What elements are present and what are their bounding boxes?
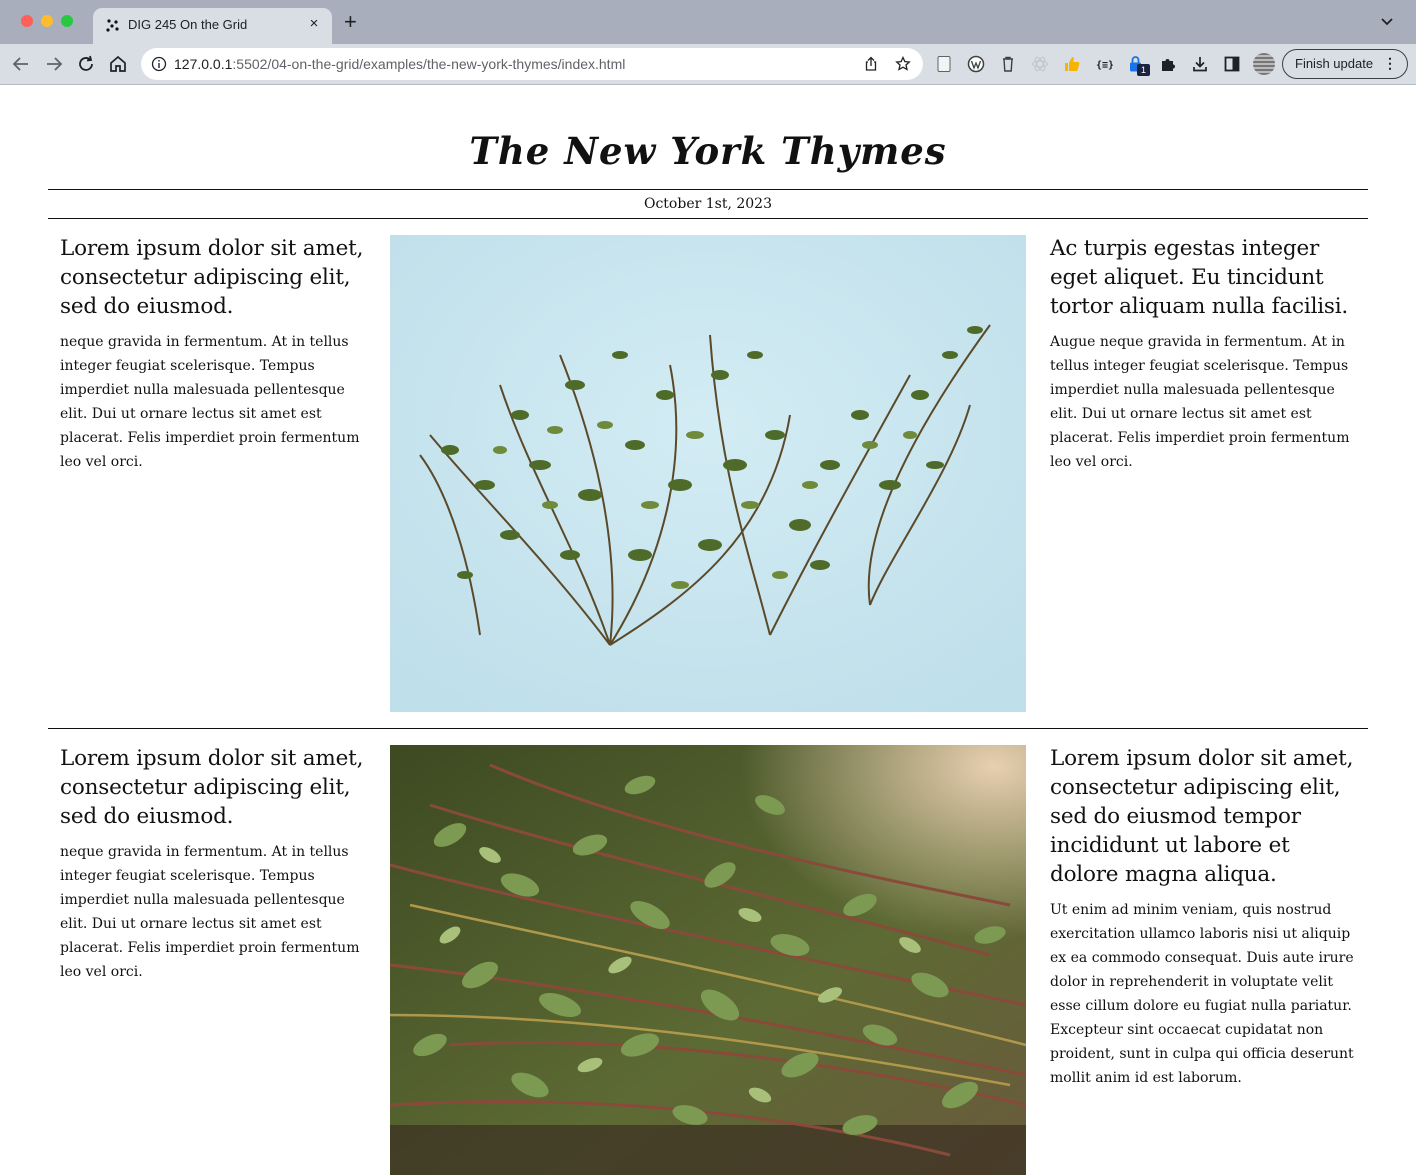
section1-right-article: Ac turpis egestas integer eget aliquet. … — [1050, 234, 1360, 474]
wordpress-extension-icon[interactable] — [967, 55, 985, 73]
extension-badge: 1 — [1137, 64, 1150, 76]
thyme-bunch-illustration — [390, 745, 1026, 1175]
reload-icon[interactable] — [75, 53, 97, 75]
article-body: neque gravida in fermentum. At in tellus… — [60, 844, 360, 980]
json-braces-icon[interactable]: {≡} — [1095, 55, 1113, 73]
article-headline: Lorem ipsum dolor sit amet, consectetur … — [1050, 746, 1354, 887]
trash-extension-icon[interactable] — [999, 55, 1017, 73]
thyme-bunch-photo — [390, 745, 1026, 1175]
address-bar[interactable]: 127.0.0.1:5502/04-on-the-grid/examples/t… — [141, 48, 923, 80]
sidebar-icon[interactable] — [1223, 55, 1241, 73]
tab-strip: DIG 245 On the Grid × + — [0, 0, 1416, 44]
grid-dots-icon — [106, 19, 119, 32]
info-icon[interactable] — [151, 56, 167, 72]
back-arrow-icon[interactable] — [10, 53, 32, 75]
article-headline: Lorem ipsum dolor sit amet, consectetur … — [60, 746, 364, 829]
finish-update-label: Finish update — [1295, 56, 1374, 71]
finish-update-button[interactable]: Finish update ⋮ — [1282, 49, 1408, 79]
svg-text:{≡}: {≡} — [1096, 60, 1113, 71]
section2-right-article: Lorem ipsum dolor sit amet, consectetur … — [1050, 744, 1360, 1090]
article-headline: Ac turpis egestas integer eget aliquet. … — [1050, 236, 1349, 319]
newspaper-page: The New York Thymes October 1st, 2023 Lo… — [0, 85, 1416, 1175]
star-icon[interactable] — [895, 56, 911, 72]
puzzle-icon[interactable] — [1159, 55, 1177, 73]
tab-close-icon[interactable]: × — [306, 15, 322, 32]
section1-left-article: Lorem ipsum dolor sit amet, consectetur … — [60, 234, 370, 474]
browser-toolbar: 127.0.0.1:5502/04-on-the-grid/examples/t… — [0, 44, 1416, 85]
minimize-window-button[interactable] — [41, 15, 53, 27]
article-body: Ut enim ad minim veniam, quis nostrud ex… — [1050, 902, 1354, 1086]
url-text[interactable]: 127.0.0.1:5502/04-on-the-grid/examples/t… — [174, 56, 625, 72]
thyme-sprigs-photo — [390, 235, 1026, 712]
article-body: Augue neque gravida in fermentum. At in … — [1050, 334, 1350, 470]
share-icon[interactable] — [863, 56, 879, 72]
chevron-down-icon[interactable] — [1380, 14, 1394, 28]
react-extension-icon[interactable] — [1031, 55, 1049, 73]
article-body: neque gravida in fermentum. At in tellus… — [60, 334, 360, 470]
url-host: 127.0.0.1 — [174, 56, 233, 72]
masthead-rule — [48, 189, 1368, 190]
article-headline: Lorem ipsum dolor sit amet, consectetur … — [60, 236, 364, 319]
home-icon[interactable] — [107, 53, 129, 75]
section-divider — [48, 728, 1368, 729]
new-tab-button[interactable]: + — [344, 11, 357, 33]
active-tab[interactable]: DIG 245 On the Grid × — [93, 8, 332, 44]
url-path: :5502/04-on-the-grid/examples/the-new-yo… — [232, 56, 626, 72]
maximize-window-button[interactable] — [61, 15, 73, 27]
section2-left-article: Lorem ipsum dolor sit amet, consectetur … — [60, 744, 370, 984]
thyme-sprigs-illustration — [390, 235, 1026, 712]
document-extension-icon[interactable] — [935, 55, 953, 73]
close-window-button[interactable] — [21, 15, 33, 27]
dateline: October 1st, 2023 — [643, 196, 772, 212]
thumbs-up-icon[interactable] — [1063, 55, 1081, 73]
masthead: The New York Thymes — [469, 129, 947, 173]
tab-title: DIG 245 On the Grid — [128, 17, 248, 32]
download-icon[interactable] — [1191, 55, 1209, 73]
forward-arrow-icon[interactable] — [43, 53, 65, 75]
date-rule — [48, 218, 1368, 219]
profile-avatar[interactable] — [1253, 53, 1275, 75]
more-menu-icon[interactable]: ⋮ — [1383, 55, 1397, 71]
